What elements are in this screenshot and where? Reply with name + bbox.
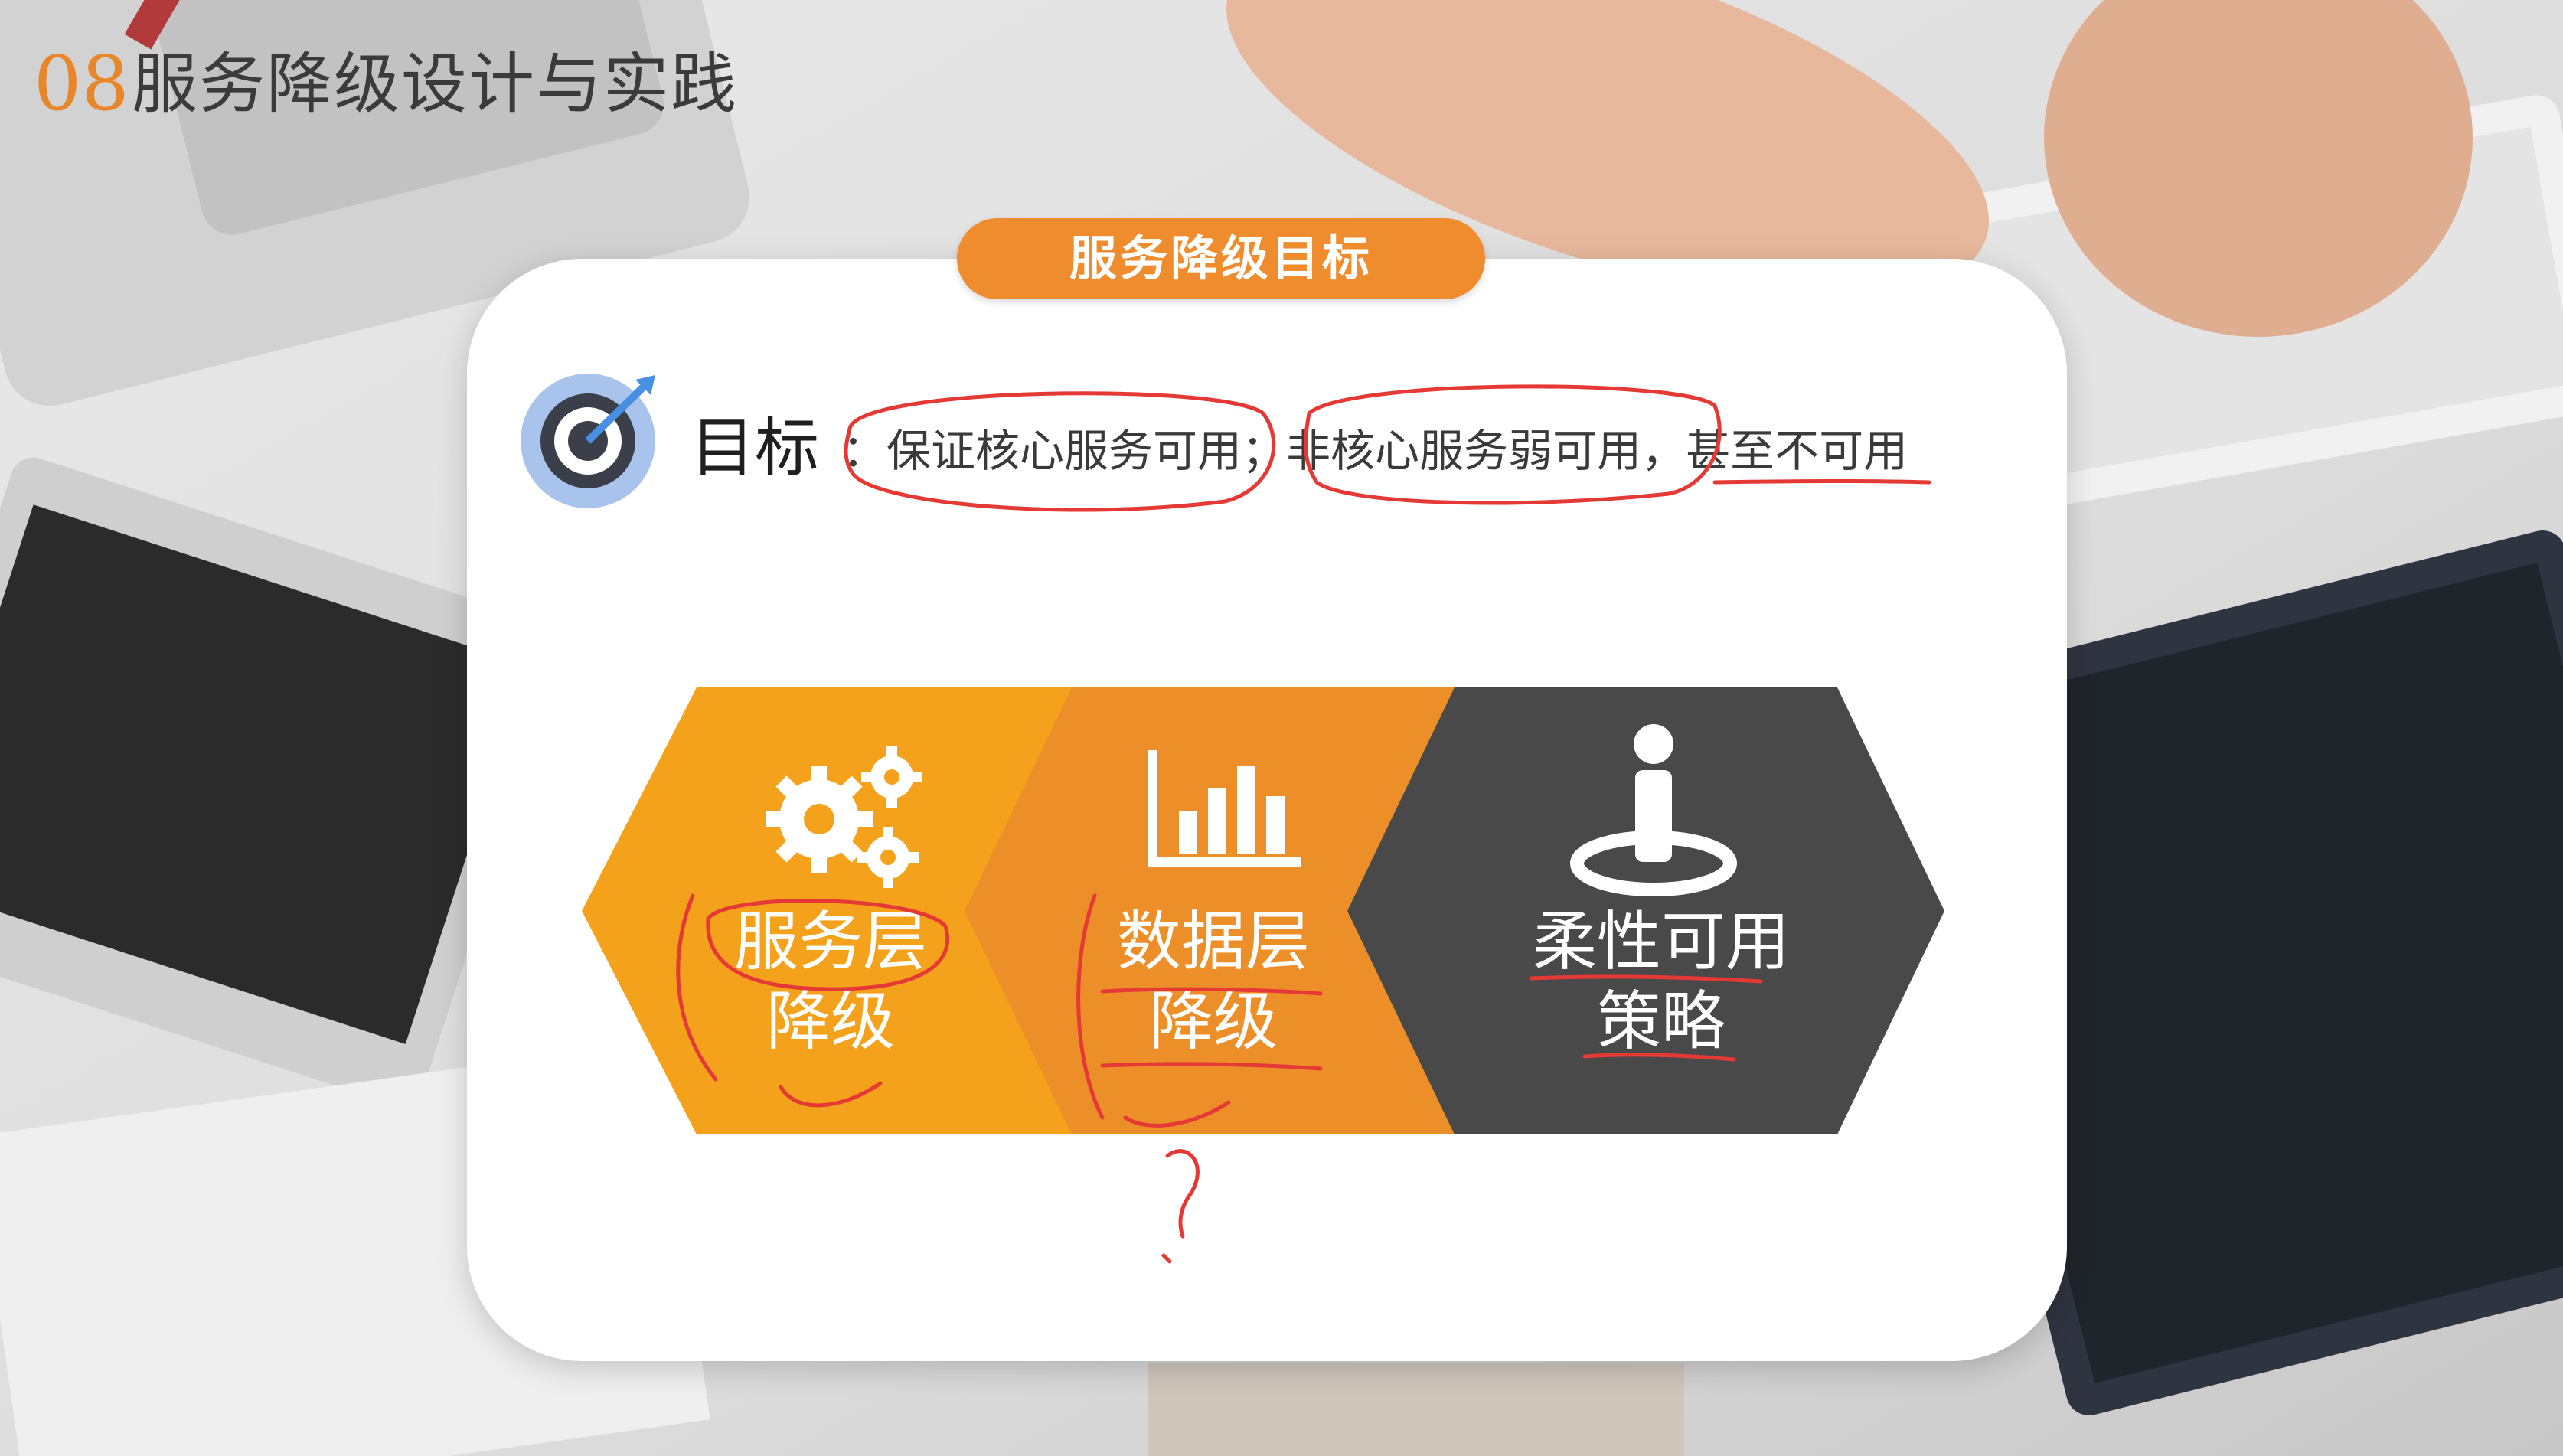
goal-rest: 甚至不可用	[1686, 425, 1908, 477]
section-title: 服务降级设计与实践	[132, 46, 738, 122]
card-title-pill: 服务降级目标	[957, 218, 1485, 299]
goal-sep-3: ，	[1641, 425, 1686, 477]
hexagon-data-line1: 数据层	[1116, 904, 1310, 979]
hexagon-data-line2: 降级	[1148, 984, 1278, 1059]
hexagon-service-line2: 降级	[766, 984, 895, 1059]
goal-sep-2: ；	[1242, 425, 1287, 477]
hexagon-flex-line2: 策略	[1596, 984, 1726, 1059]
section-number: 08	[34, 41, 129, 128]
goal-statement: ：保证核心服务可用；非核心服务弱可用，甚至不可用	[842, 414, 1908, 488]
goal-label: 目标	[691, 410, 820, 485]
target-icon	[521, 374, 655, 508]
hexagon-service-label: 服务层 降级	[670, 902, 991, 1061]
hexagon-flex-label: 柔性可用 策略	[1500, 902, 1822, 1061]
hexagon-flex-line1: 柔性可用	[1532, 904, 1790, 979]
goal-noncore: 非核心服务弱可用	[1286, 425, 1642, 477]
hexagon-data-label: 数据层 降级	[1053, 902, 1374, 1061]
goal-core: 保证核心服务可用	[886, 425, 1242, 477]
slide: 08 服务降级设计与实践 服务降级目标 目标 ：保证核心服务可用；非核心服务弱可…	[0, 0, 2563, 1456]
hexagon-service-line1: 服务层	[733, 904, 927, 979]
goal-sep-1: ：	[842, 425, 887, 477]
